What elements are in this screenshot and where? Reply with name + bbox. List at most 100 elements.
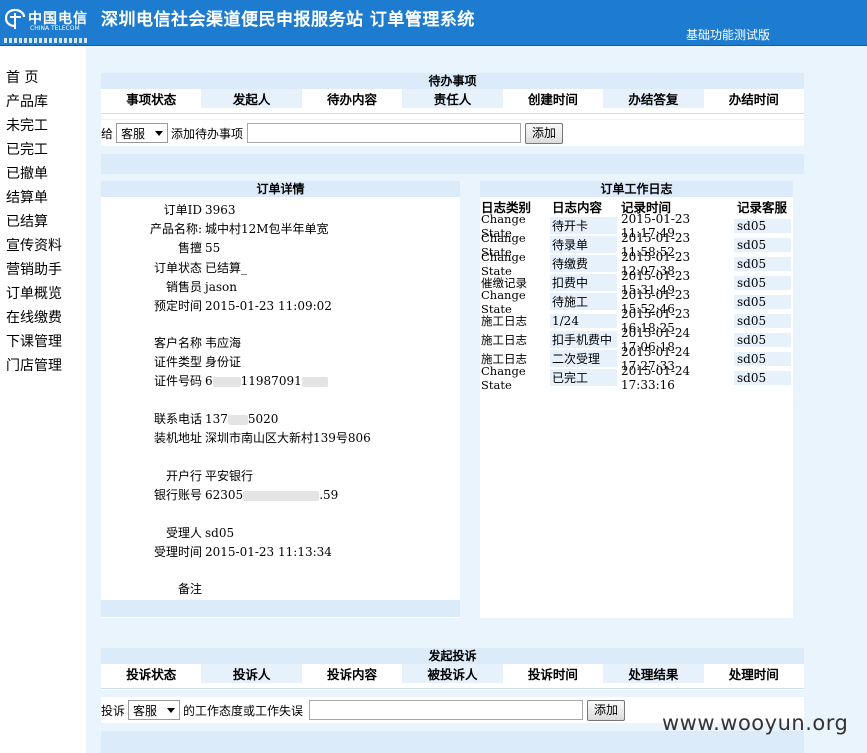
todo-add-row: 给 客服 添加待办事项 添加 [101,120,804,146]
sidebar-item-promo[interactable]: 宣传资料 [0,234,86,258]
complaint-col-time: 投诉时间 [527,666,578,682]
todo-assignee-select[interactable]: 客服 [116,123,169,143]
sidebar-item-overview[interactable]: 订单概览 [0,282,86,306]
log-row: Change State 已完工 2015-01-24 17:33:16 sd05 [480,364,793,392]
field-bank: 开户行 平安银行 [165,469,254,483]
log-cell-staff: sd05 [734,351,791,366]
detail-footer-strip [101,600,460,617]
sidebar-item-settled[interactable]: 已结算 [0,210,86,234]
log-col-content: 日志内容 [552,200,603,215]
sidebar-item-settlement[interactable]: 结算单 [0,186,86,210]
complaint-content-input[interactable] [309,700,584,720]
logo-text-en: CHINA TELECOM [30,25,80,32]
log-cell-type: Change State [481,363,526,392]
sidebar-item-finished[interactable]: 已完工 [0,138,86,162]
chevron-down-icon [155,130,164,136]
field-id-type: 证件类型 身份证 [153,355,242,369]
redaction [301,376,328,387]
todo-add-label: 添加待办事项 [171,126,244,141]
sidebar-item-payment[interactable]: 在线缴费 [0,306,86,330]
log-cell-staff: sd05 [734,294,791,309]
log-cell-content: 待开卡 [550,217,617,234]
order-detail-title: 订单详情 [101,181,460,197]
todo-assignee-value: 客服 [121,126,146,141]
sidebar-item-class[interactable]: 下课管理 [0,330,86,354]
field-bank-account: 银行账号 62305.59 [153,488,339,502]
log-cell-content: 待施工 [550,293,617,310]
telecom-logo-icon [4,8,26,29]
log-col-staff: 记录客服 [737,200,788,215]
sidebar-item-home[interactable]: 首 页 [0,66,86,90]
log-cell-content: 待缴费 [550,255,617,272]
todo-add-button[interactable]: 添加 [525,122,564,144]
china-telecom-logo: 中国电信 CHINA TELECOM [4,6,88,44]
log-cell-type: 施工日志 [481,332,527,347]
field-handle-time: 受理时间 2015-01-23 11:13:34 [153,545,332,559]
log-cell-content: 已完工 [550,369,617,386]
sidebar-item-stores[interactable]: 门店管理 [0,354,86,378]
field-customer-name: 客户名称 韦应海 [153,336,242,350]
log-cell-staff: sd05 [734,275,791,290]
sidebar: 首 页 产品库 未完工 已完工 已撤单 结算单 已结算 宣传资料 营销助手 订单… [0,66,86,378]
log-cell-time: 2015-01-24 17:33:16 [621,363,691,392]
field-product-name: 产品名称: 城中村12M包半年单宽 [149,222,329,236]
sidebar-item-unfinished[interactable]: 未完工 [0,114,86,138]
todo-col-closed: 办结时间 [728,91,779,107]
complaint-add-button[interactable]: 添加 [587,699,626,721]
sidebar-item-products[interactable]: 产品库 [0,90,86,114]
todo-panel: 待办事项 事项状态 发起人 待办内容 责任人 创建时间 办结答复 办结时间 [101,73,804,119]
divider [101,113,804,114]
log-cell-type: 施工日志 [481,313,527,328]
todo-footer-strip [101,154,804,174]
todo-col-status: 事项状态 [126,91,177,107]
todo-title: 待办事项 [101,73,804,89]
log-cell-type: Change State [481,287,526,316]
complaint-col-result: 处理结果 [603,663,704,683]
todo-col-created: 创建时间 [527,91,578,107]
field-id-number: 证件号码 6 11987091 [101,372,460,390]
complaint-prefix: 投诉 [101,703,126,718]
field-install-address: 装机地址 深圳市南山区大新村139号806 [153,431,371,445]
log-cell-staff: sd05 [734,237,791,252]
todo-content-input[interactable] [247,123,522,143]
field-remark: 备注 [177,582,202,596]
complaint-header-row: 投诉状态 投诉人 投诉内容 被投诉人 投诉时间 处理结果 处理时间 [101,663,804,683]
complaint-col-target: 被投诉人 [402,663,503,683]
todo-col-content: 待办内容 [327,91,378,107]
log-cell-content: 1/24 [550,313,617,328]
todo-col-owner: 责任人 [402,88,503,108]
field-order-id: 订单ID 3963 [163,203,236,217]
complaint-title: 发起投诉 [101,648,804,664]
field-handler: 受理人 sd05 [165,526,235,540]
log-cell-staff: sd05 [734,370,791,385]
log-cell-staff: sd05 [734,256,791,271]
chevron-down-icon [167,707,176,713]
complaint-col-content: 投诉内容 [327,666,378,682]
field-order-status: 订单状态 已结算_ [153,261,248,275]
complaint-target-select[interactable]: 客服 [128,700,181,720]
sidebar-item-marketing[interactable]: 营销助手 [0,258,86,282]
redaction [212,376,241,387]
log-cell-staff: sd05 [734,313,791,328]
todo-col-initiator: 发起人 [201,88,302,108]
work-log-title: 订单工作日志 [480,181,793,197]
log-cell-content: 二次受理 [550,350,617,367]
todo-add-prefix: 给 [101,126,114,141]
system-title: 深圳电信社会渠道便民申报服务站 订单管理系统 [101,10,475,30]
complaint-panel: 发起投诉 投诉状态 投诉人 投诉内容 被投诉人 投诉时间 处理结果 处理时间 [101,648,804,690]
sidebar-item-cancelled[interactable]: 已撤单 [0,162,86,186]
work-log-rows: Change State 待开卡 2015-01-23 11:17:49 sd05 Ch… [480,212,793,392]
complaint-col-complainant: 投诉人 [201,663,302,683]
complaint-col-handle-time: 处理时间 [728,666,779,682]
complaint-target-value: 客服 [133,703,158,718]
version-label: 基础功能测试版 [686,28,771,42]
complaint-col-status: 投诉状态 [126,666,177,682]
work-log-panel: 订单工作日志 日志类别 日志内容 记录时间 记录客服 Change State 待… [480,181,793,618]
order-detail-panel: 订单详情 订单ID 3963 产品名称: 城中村12M包半年单宽 售擅 55 订… [101,181,460,618]
log-cell-content: 扣手机费中 [550,331,617,348]
log-cell-content: 待录单 [550,236,617,253]
field-salesperson: 销售员 jason [165,280,237,294]
complaint-label: 的工作态度或工作失误 [183,703,304,718]
field-price: 售擅 55 [177,241,221,255]
log-cell-content: 扣费中 [550,274,617,291]
